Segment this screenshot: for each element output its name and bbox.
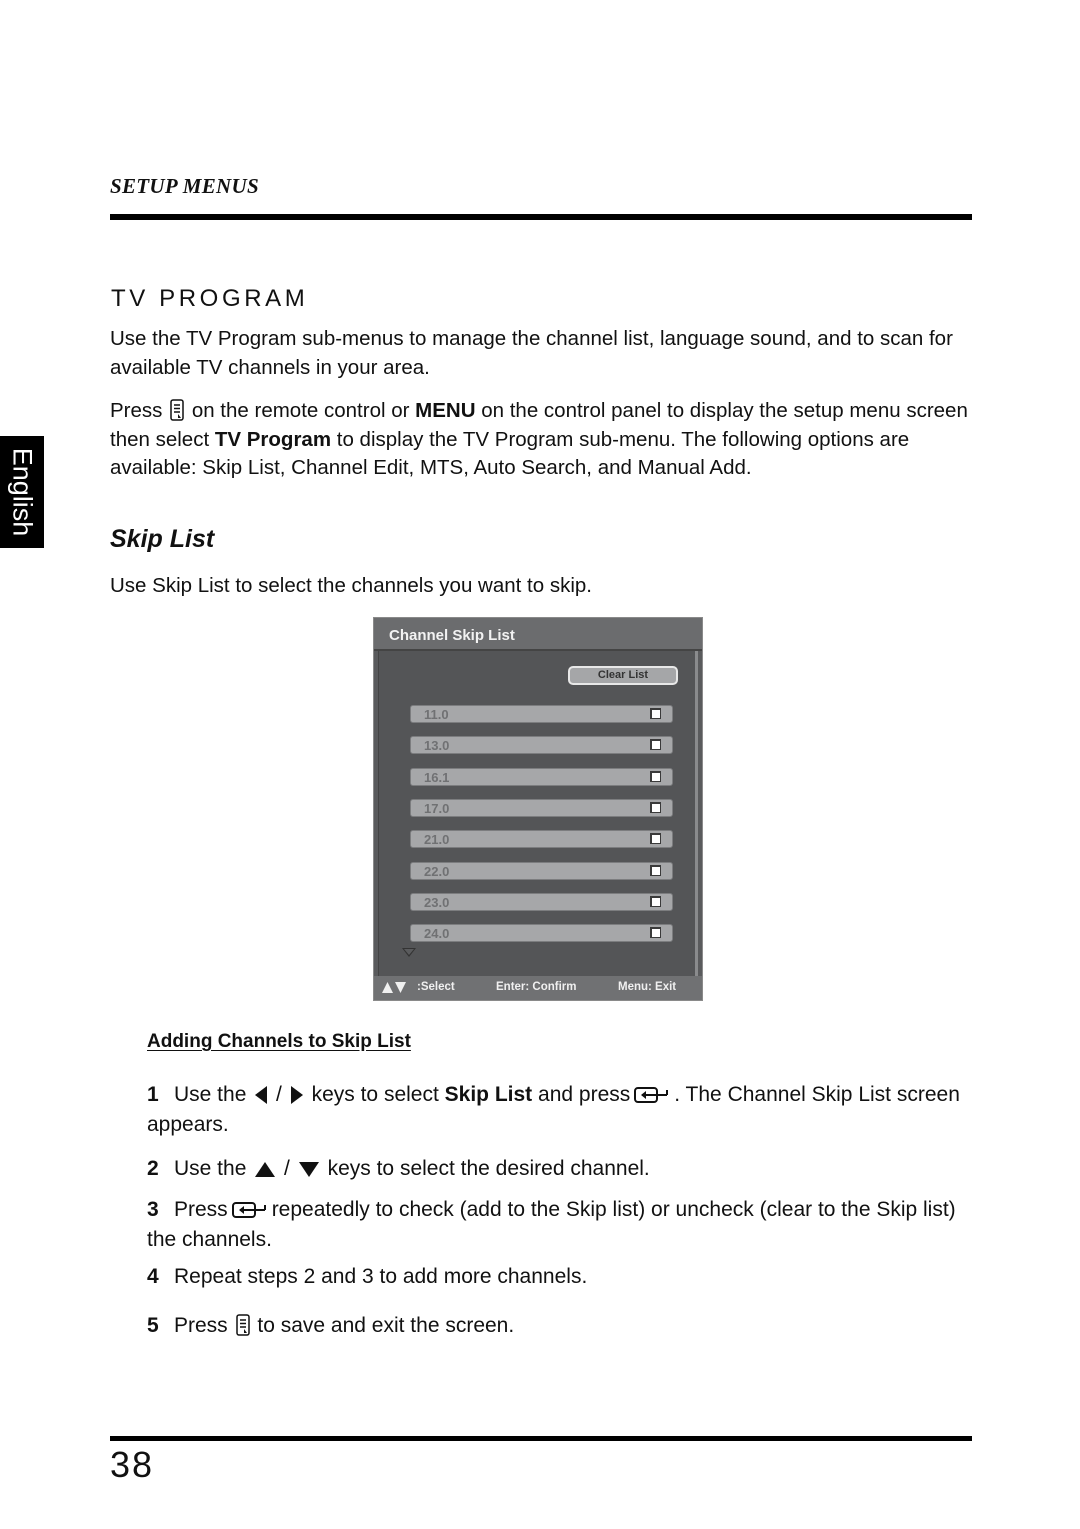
section-instructions: Press on the remote control or MENU on t… xyxy=(110,399,968,479)
skip-checkbox[interactable] xyxy=(650,895,661,907)
channel-row[interactable]: 11.0 xyxy=(410,705,673,723)
osd-footer-exit: Menu: Exit xyxy=(618,981,677,993)
channel-number: 22.0 xyxy=(424,863,450,879)
channel-row[interactable]: 23.0 xyxy=(410,892,673,911)
scroll-down-icon[interactable] xyxy=(402,948,416,957)
step-1: 1 Use the / keys to select Skip List and … xyxy=(147,1083,960,1136)
page-number: 38 xyxy=(110,1444,155,1485)
subsection-title: Skip List xyxy=(110,525,215,553)
channel-row[interactable]: 17.0 xyxy=(410,798,673,817)
channel-number: 17.0 xyxy=(424,800,450,816)
step-2: 2 Use the / keys to select the desired ch… xyxy=(147,1157,650,1180)
osd-footer-select: :Select xyxy=(417,981,455,993)
channel-number: 23.0 xyxy=(424,894,450,910)
channel-row[interactable]: 24.0 xyxy=(410,924,673,943)
header-rule xyxy=(110,214,972,220)
osd-footer-confirm: Enter: Confirm xyxy=(496,981,577,993)
channel-number: 16.1 xyxy=(424,769,450,785)
right-arrow-icon xyxy=(290,1086,303,1105)
osd-footer: :Select Enter: Confirm Menu: Exit xyxy=(374,976,702,1000)
channel-row[interactable]: 22.0 xyxy=(410,861,673,880)
skip-checkbox[interactable] xyxy=(650,739,661,751)
clear-list-button[interactable]: Clear List xyxy=(568,666,678,685)
channel-number: 11.0 xyxy=(424,707,449,722)
osd-title: Channel Skip List xyxy=(389,627,515,644)
channel-skip-list-screen: Channel Skip List Clear List 11.0 13.0 16.… xyxy=(373,617,703,1001)
step-3: 3 Press repeatedly to check (add to the S… xyxy=(147,1198,956,1251)
menu-button-icon xyxy=(170,399,184,421)
up-arrow-icon xyxy=(255,1162,276,1177)
channel-number: 13.0 xyxy=(424,738,450,754)
language-tab-label: English xyxy=(7,447,38,537)
enter-key-icon xyxy=(231,1202,266,1218)
skip-checkbox[interactable] xyxy=(650,770,661,782)
channel-row[interactable]: 13.0 xyxy=(410,736,673,755)
channel-number: 21.0 xyxy=(424,832,450,848)
channel-row[interactable]: 16.1 xyxy=(410,767,673,786)
language-tab: English xyxy=(0,436,44,548)
section-intro: Use the TV Program sub-menus to manage t… xyxy=(110,327,953,379)
running-head: SETUP MENUS xyxy=(110,174,259,198)
subsection-intro: Use Skip List to select the channels you… xyxy=(110,574,593,597)
section-title: TV PROGRAM xyxy=(111,285,309,312)
skip-checkbox[interactable] xyxy=(650,801,661,813)
down-arrow-icon xyxy=(298,1162,319,1177)
instructions-heading: Adding Channels to Skip List xyxy=(147,1031,411,1052)
menu-button-icon xyxy=(235,1314,250,1336)
channel-row[interactable]: 21.0 xyxy=(410,830,673,849)
skip-checkbox[interactable] xyxy=(650,927,661,939)
skip-checkbox[interactable] xyxy=(650,833,661,845)
step-4: 4 Repeat steps 2 and 3 to add more channe… xyxy=(147,1265,588,1288)
channel-number: 24.0 xyxy=(424,926,450,942)
footer-rule xyxy=(110,1436,972,1441)
enter-key-icon xyxy=(634,1087,669,1103)
left-arrow-icon xyxy=(255,1086,268,1105)
skip-checkbox[interactable] xyxy=(650,864,661,876)
osd-title-bar: Channel Skip List xyxy=(374,618,702,651)
skip-checkbox[interactable] xyxy=(650,708,661,719)
step-5: 5 Press to save and exit the screen. xyxy=(147,1314,515,1337)
osd-body: Clear List 11.0 13.0 16.1 17.0 21.0 22.0 23.0 2… xyxy=(378,651,698,976)
up-down-arrows-icon xyxy=(382,982,406,993)
